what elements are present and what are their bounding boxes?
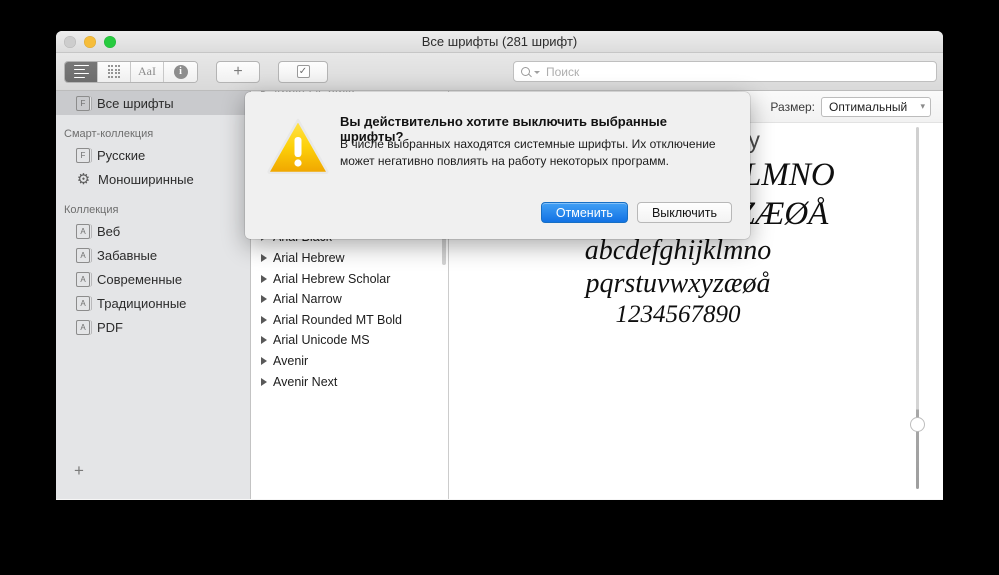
sidebar-item-web[interactable]: A Веб	[56, 219, 250, 243]
disclosure-triangle-icon[interactable]	[261, 377, 267, 386]
search-placeholder: Поиск	[546, 64, 580, 79]
sample-view-button[interactable]: AaI	[131, 61, 164, 82]
disclosure-triangle-icon[interactable]	[261, 254, 267, 263]
grid-view-button[interactable]	[98, 61, 131, 82]
toolbar: AaI i + ✓ Поиск	[56, 53, 943, 91]
disclosure-triangle-icon[interactable]	[261, 315, 267, 324]
sidebar-group-collection: Коллекция	[64, 204, 119, 216]
font-list-row[interactable]: Avenir Next	[251, 371, 448, 392]
sidebar-item-russian[interactable]: F Русские	[56, 143, 250, 167]
disclosure-triangle-icon[interactable]	[261, 295, 267, 304]
confirm-disable-fonts-dialog: Вы действительно хотите выключить выбран…	[245, 92, 750, 239]
search-icon	[521, 67, 530, 76]
font-name-label: Arial Hebrew Scholar	[273, 271, 391, 286]
dialog-message: В числе выбранных находятся системные шр…	[340, 137, 716, 168]
slider-knob[interactable]	[910, 417, 925, 432]
plus-icon: +	[233, 62, 243, 80]
title-bar: Все шрифты (281 шрифт)	[56, 31, 943, 53]
preview-size-slider[interactable]	[908, 127, 926, 489]
size-select-value: Оптимальный	[829, 99, 908, 114]
sidebar-item-label: Моноширинные	[98, 171, 194, 187]
font-name-label: Arial Narrow	[273, 292, 342, 307]
add-font-button[interactable]: +	[216, 60, 260, 83]
font-name-label: Avenir Next	[273, 374, 338, 389]
font-book-window: Все шрифты (281 шрифт) AaI i + ✓ Поиск F…	[56, 31, 943, 500]
chevron-down-icon	[534, 71, 540, 74]
add-collection-button[interactable]: +	[74, 462, 84, 479]
collection-icon: A	[76, 295, 90, 311]
size-label: Размер:	[770, 99, 815, 114]
sidebar-item-pdf[interactable]: A PDF	[56, 315, 250, 339]
validate-font-button[interactable]: ✓	[278, 60, 328, 83]
size-select[interactable]: Оптимальный ▾	[821, 96, 931, 117]
font-list-row[interactable]: Arial Rounded MT Bold	[251, 310, 448, 331]
list-view-button[interactable]	[65, 61, 98, 82]
chevron-down-icon: ▾	[920, 101, 925, 111]
disclosure-triangle-icon[interactable]	[261, 357, 267, 366]
sidebar-item-all-fonts[interactable]: F Все шрифты	[56, 91, 250, 115]
warning-icon	[267, 118, 329, 175]
sidebar-item-label: Веб	[97, 223, 121, 239]
font-list-row[interactable]: Arial Hebrew Scholar	[251, 268, 448, 289]
slider-track	[916, 127, 919, 489]
sidebar-item-fun[interactable]: A Забавные	[56, 243, 250, 267]
sidebar-item-label: Традиционные	[97, 295, 187, 311]
screen: Все шрифты (281 шрифт) AaI i + ✓ Поиск F…	[0, 0, 999, 575]
dialog-buttons: Отменить Выключить	[540, 202, 732, 223]
font-name-label: Arial Unicode MS	[273, 333, 370, 348]
window-title: Все шрифты (281 шрифт)	[421, 34, 578, 49]
font-name-label: Arial Rounded MT Bold	[273, 312, 403, 327]
sidebar-item-label: Забавные	[97, 247, 158, 263]
font-list-row[interactable]: Arial Hebrew	[251, 248, 448, 269]
grid-view-icon	[107, 65, 121, 78]
checkbox-icon: ✓	[296, 65, 310, 78]
cancel-button[interactable]: Отменить	[540, 202, 628, 223]
font-list-row[interactable]: Arial Narrow	[251, 289, 448, 310]
collection-icon: A	[76, 247, 90, 263]
info-button[interactable]: i	[164, 61, 197, 82]
sidebar-item-label: Русские	[97, 147, 146, 163]
collection-icon: A	[76, 319, 90, 335]
info-icon: i	[173, 64, 188, 79]
sidebar-group-smart-collection: Смарт-коллекция	[64, 128, 154, 140]
sample-view-icon: AaI	[138, 64, 156, 78]
preview-line: 1234567890	[615, 300, 741, 328]
sidebar-item-modern[interactable]: A Современные	[56, 267, 250, 291]
font-collection-icon: F	[76, 147, 90, 163]
sidebar: F Все шрифты Смарт-коллекция F Русские ⚙…	[56, 91, 251, 499]
font-collection-icon: F	[76, 95, 90, 111]
font-name-label: Avenir	[273, 354, 309, 369]
preview-line: pqrstuvwxyzæøå	[585, 267, 771, 299]
gear-icon: ⚙	[76, 170, 91, 188]
font-list-row[interactable]: Avenir	[251, 351, 448, 372]
sidebar-item-traditional[interactable]: A Традиционные	[56, 291, 250, 315]
search-field[interactable]: Поиск	[513, 61, 937, 82]
sidebar-item-monospaced[interactable]: ⚙ Моноширинные	[56, 167, 250, 191]
collection-icon: A	[76, 223, 90, 239]
sidebar-item-label: Все шрифты	[97, 95, 174, 111]
sidebar-item-label: PDF	[97, 319, 123, 335]
font-list-row[interactable]: Arial Unicode MS	[251, 330, 448, 351]
collection-icon: A	[76, 271, 90, 287]
confirm-disable-button[interactable]: Выключить	[636, 202, 732, 223]
sidebar-item-label: Современные	[97, 271, 183, 287]
disclosure-triangle-icon[interactable]	[261, 274, 267, 283]
disclosure-triangle-icon[interactable]	[261, 336, 267, 345]
font-name-label: Arial Hebrew	[273, 251, 345, 266]
view-mode-segmented-control: AaI i	[64, 60, 198, 83]
list-view-icon	[73, 63, 89, 81]
